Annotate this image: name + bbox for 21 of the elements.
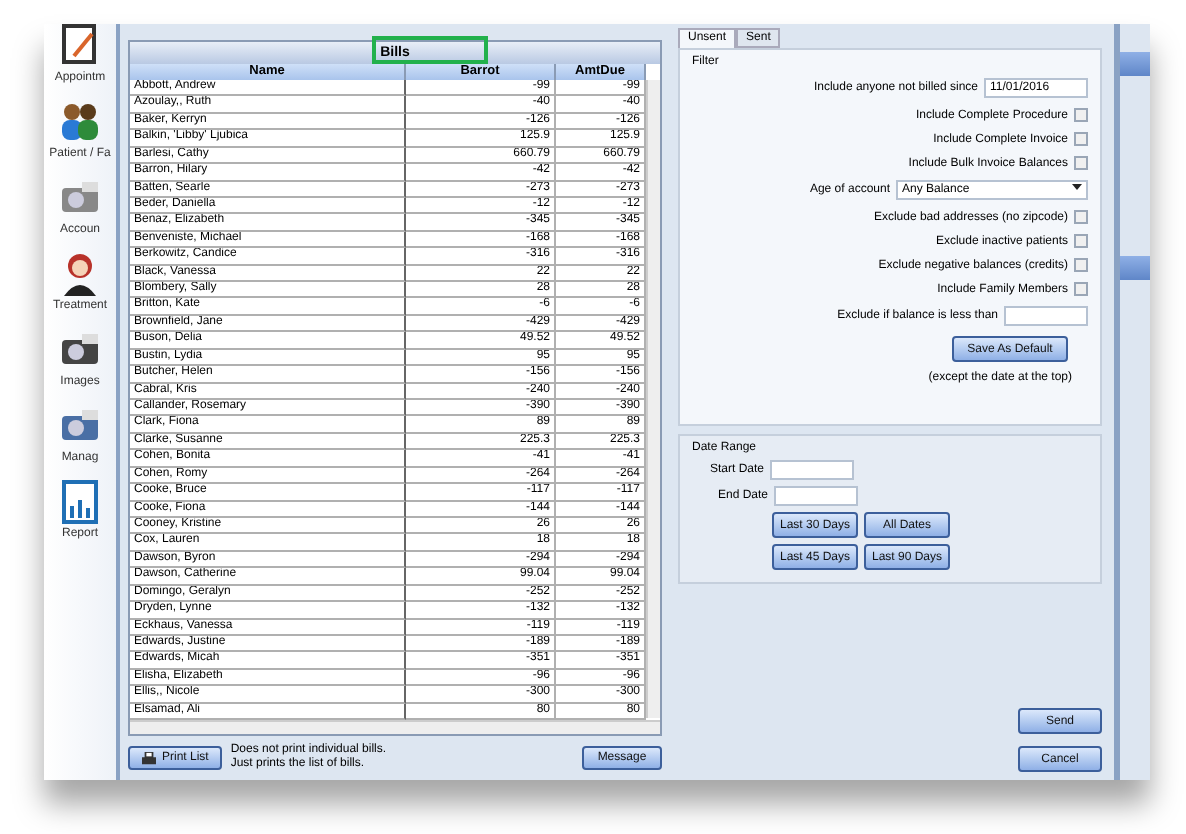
date-field[interactable] <box>774 486 859 506</box>
clipboard-icon[interactable] <box>58 24 102 68</box>
checkbox[interactable] <box>1074 234 1088 248</box>
vertical-scrollbar[interactable] <box>646 80 660 718</box>
highlight-frame <box>372 36 488 64</box>
person-icon[interactable] <box>58 252 102 296</box>
checkbox[interactable] <box>1074 210 1088 224</box>
caret-icon <box>1072 184 1082 192</box>
checkbox[interactable] <box>1074 258 1088 272</box>
checkbox[interactable] <box>1074 108 1088 122</box>
checkbox[interactable] <box>1074 282 1088 296</box>
checkbox[interactable] <box>1074 156 1088 170</box>
date-field[interactable] <box>770 460 855 480</box>
checkbox[interactable] <box>1074 132 1088 146</box>
report-icon[interactable] <box>58 480 102 524</box>
background-window-bar <box>1120 52 1150 76</box>
horizontal-scrollbar[interactable] <box>130 720 660 734</box>
background-window-bar <box>1120 256 1150 280</box>
balance-field[interactable] <box>1004 306 1088 326</box>
people-icon[interactable] <box>58 100 102 144</box>
printer-icon <box>142 751 156 765</box>
